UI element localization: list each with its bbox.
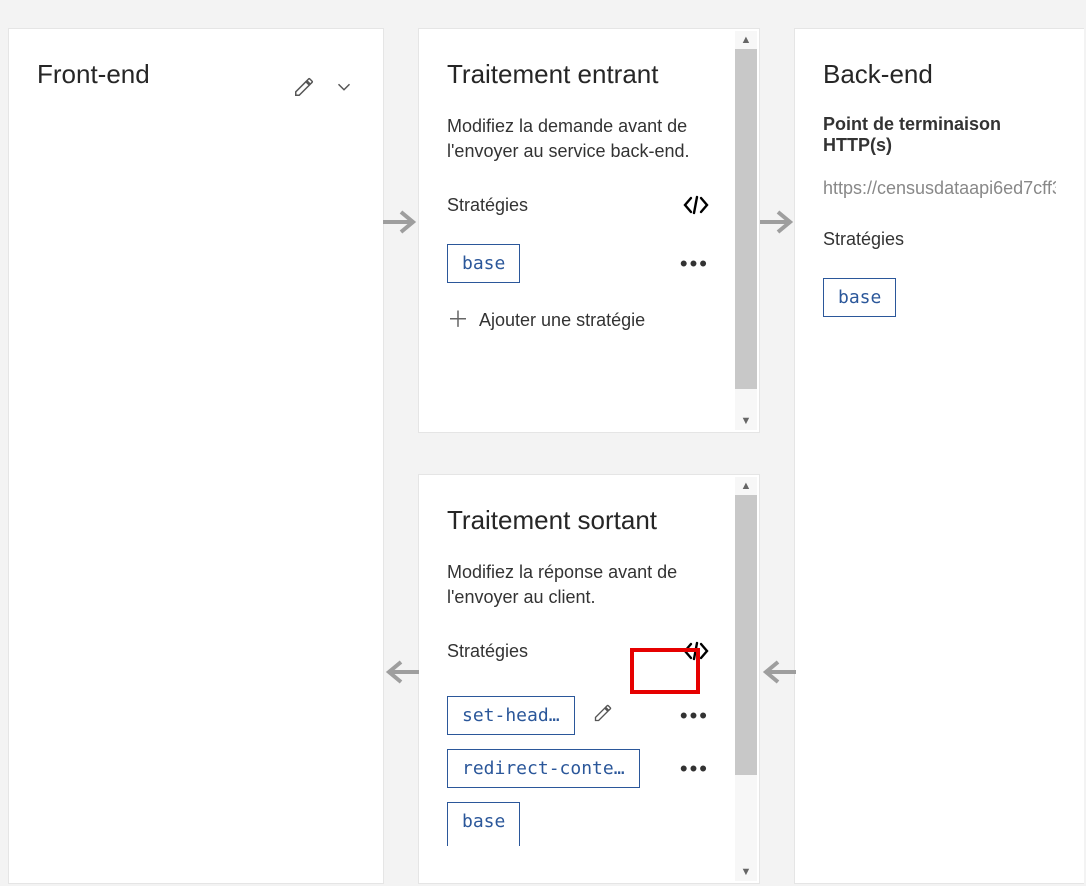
chevron-down-icon[interactable]	[333, 76, 355, 98]
arrow-left-icon	[758, 658, 798, 691]
more-icon[interactable]: •••	[680, 251, 709, 277]
arrow-right-icon	[758, 208, 798, 241]
more-icon[interactable]: •••	[680, 703, 709, 729]
outbound-panel: Traitement sortant Modifiez la réponse a…	[418, 474, 760, 884]
outbound-strategies-label: Stratégies	[447, 641, 528, 662]
scroll-up-icon[interactable]: ▲	[735, 477, 757, 495]
policy-tag-set-header[interactable]: set-head…	[447, 696, 575, 735]
arrow-left-icon	[381, 658, 421, 691]
inbound-strategies-label: Stratégies	[447, 195, 528, 216]
code-icon[interactable]	[683, 194, 709, 216]
policy-tag-redirect[interactable]: redirect-conte…	[447, 749, 640, 788]
add-strategy-button[interactable]: ＋ Ajouter une stratégie	[447, 309, 709, 331]
more-icon[interactable]: •••	[680, 756, 709, 782]
backend-strategies-label: Stratégies	[823, 229, 1056, 250]
policy-tag-base[interactable]: base	[823, 278, 896, 317]
backend-panel: Back-end Point de terminaison HTTP(s) ht…	[794, 28, 1084, 884]
policy-tag-base[interactable]: base	[447, 244, 520, 283]
frontend-title: Front-end	[37, 59, 150, 90]
outbound-title: Traitement sortant	[447, 505, 709, 536]
arrow-right-icon	[381, 208, 421, 241]
outbound-desc: Modifiez la réponse avant de l'envoyer a…	[447, 560, 709, 610]
scrollbar[interactable]: ▲ ▼	[735, 31, 757, 430]
endpoint-label: Point de terminaison HTTP(s)	[823, 114, 1056, 156]
scroll-thumb[interactable]	[735, 495, 757, 775]
policy-tag-base[interactable]: base	[447, 802, 520, 846]
inbound-panel: Traitement entrant Modifiez la demande a…	[418, 28, 760, 433]
pencil-icon[interactable]	[593, 703, 613, 728]
backend-title: Back-end	[823, 59, 1056, 90]
highlight-box	[630, 648, 700, 694]
scroll-down-icon[interactable]: ▼	[735, 863, 757, 881]
frontend-panel: Front-end	[8, 28, 384, 884]
scrollbar[interactable]: ▲ ▼	[735, 477, 757, 881]
inbound-title: Traitement entrant	[447, 59, 709, 90]
add-strategy-label: Ajouter une stratégie	[479, 310, 645, 331]
endpoint-url: https://censusdataapi6ed7cff3	[823, 178, 1056, 199]
scroll-thumb[interactable]	[735, 49, 757, 389]
plus-icon: ＋	[447, 309, 469, 331]
scroll-up-icon[interactable]: ▲	[735, 31, 757, 49]
pencil-icon[interactable]	[293, 76, 315, 98]
inbound-desc: Modifiez la demande avant de l'envoyer a…	[447, 114, 709, 164]
scroll-down-icon[interactable]: ▼	[735, 412, 757, 430]
